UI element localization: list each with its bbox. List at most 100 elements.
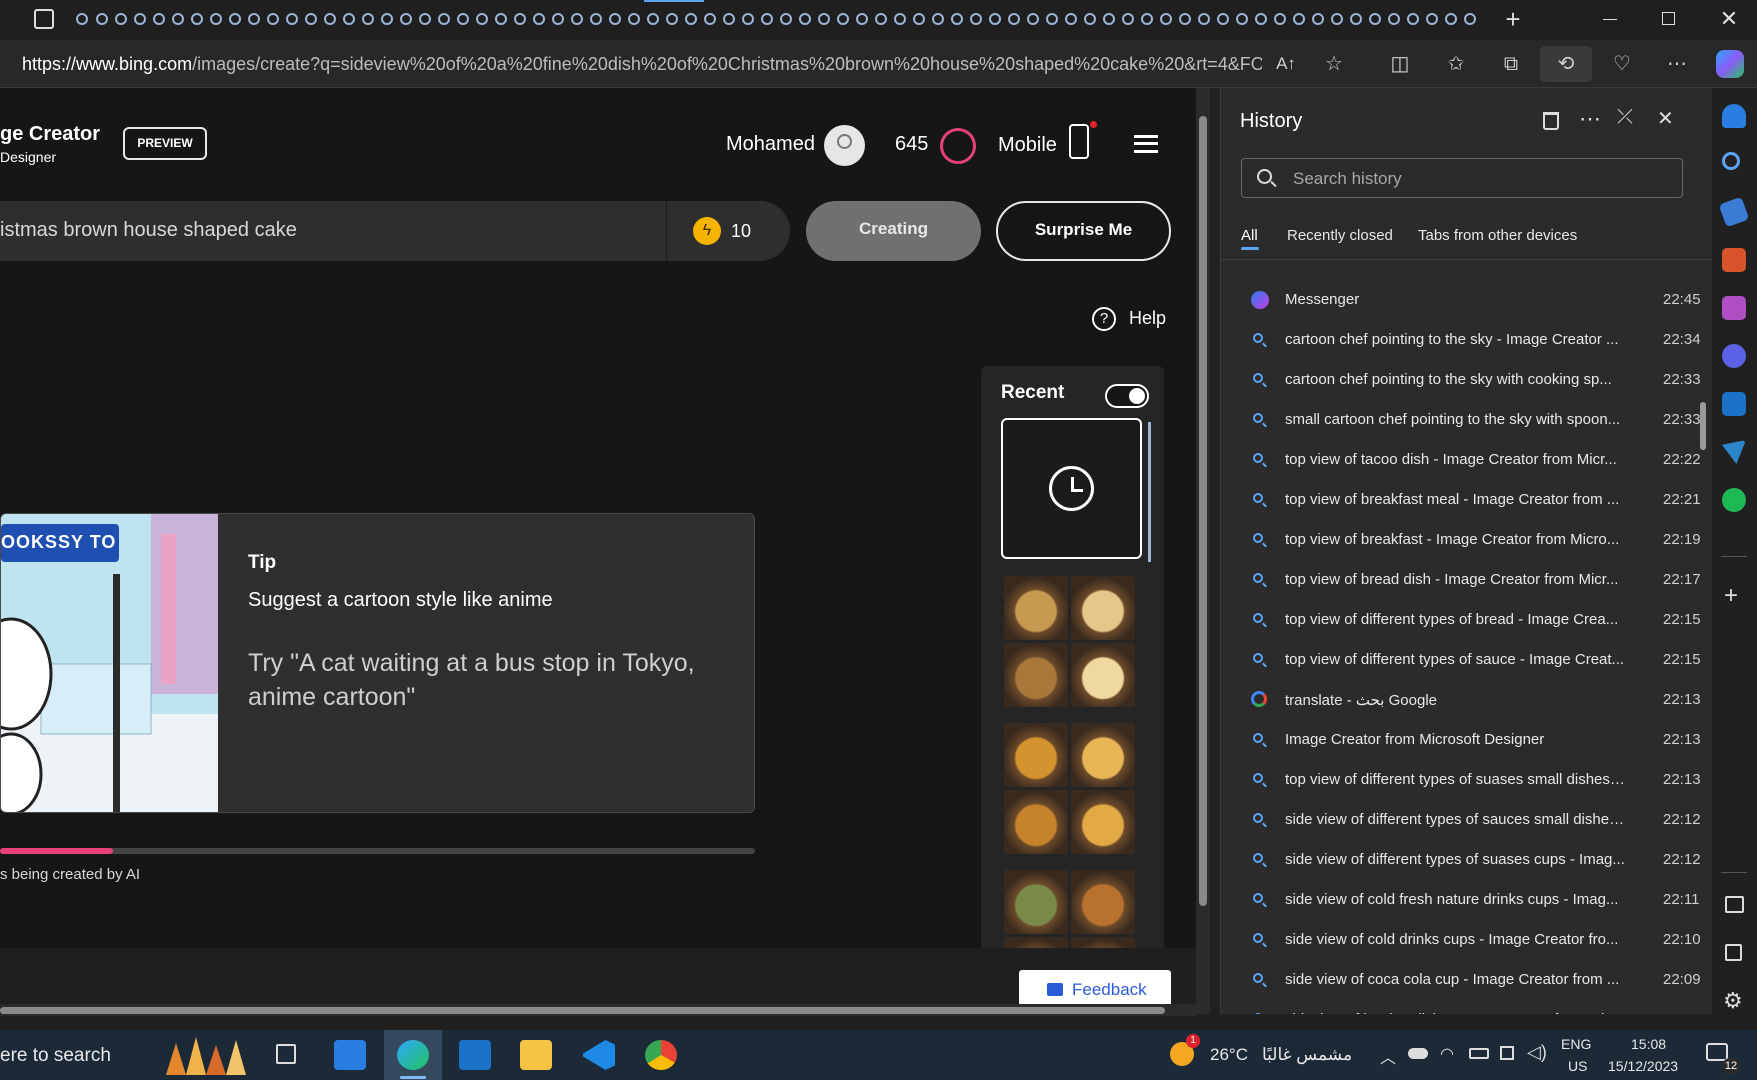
- history-row[interactable]: side view of cold fresh nature drinks cu…: [1221, 880, 1713, 920]
- tab-favicon-search-icon[interactable]: [476, 13, 488, 25]
- tab-favicon-search-icon[interactable]: [1198, 13, 1210, 25]
- recent-image-thumbnail[interactable]: [1071, 790, 1135, 854]
- history-icon[interactable]: ⟲: [1554, 52, 1578, 76]
- tab-favicon-search-icon[interactable]: [1084, 13, 1096, 25]
- tab-favicon-search-icon[interactable]: [894, 13, 906, 25]
- tab-favicon-search-icon[interactable]: [1369, 13, 1381, 25]
- history-row[interactable]: small cartoon chef pointing to the sky w…: [1221, 400, 1713, 440]
- volume-icon[interactable]: ◁): [1527, 1042, 1547, 1063]
- tab-favicon-search-icon[interactable]: [1179, 13, 1191, 25]
- language-bottom[interactable]: US: [1568, 1058, 1587, 1074]
- split-screen-icon[interactable]: ◫: [1388, 52, 1412, 76]
- history-row[interactable]: side view of cold drinks cups - Image Cr…: [1221, 920, 1713, 960]
- tab-favicon-search-icon[interactable]: [1008, 13, 1020, 25]
- hamburger-menu-icon[interactable]: [1134, 135, 1158, 153]
- clock-time[interactable]: 15:08: [1631, 1036, 1666, 1052]
- task-view-icon[interactable]: [276, 1044, 296, 1064]
- help-link[interactable]: Help: [1129, 308, 1166, 329]
- history-row[interactable]: cartoon chef pointing to the sky - Image…: [1221, 320, 1713, 360]
- chrome-icon[interactable]: [645, 1040, 677, 1070]
- surprise-me-button[interactable]: Surprise Me: [996, 201, 1171, 261]
- recent-image-thumbnail[interactable]: [1004, 870, 1068, 934]
- unpin-icon[interactable]: ⤫: [1617, 106, 1633, 129]
- tab-favicon-search-icon[interactable]: [1160, 13, 1172, 25]
- history-row[interactable]: top view of bread dish - Image Creator f…: [1221, 560, 1713, 600]
- history-row[interactable]: top view of different types of bread - I…: [1221, 600, 1713, 640]
- tab-favicon-search-icon[interactable]: [76, 13, 88, 25]
- prompt-box[interactable]: istmas brown house shaped cake ϟ 10: [0, 201, 790, 261]
- tab-favicon-search-icon[interactable]: [1236, 13, 1248, 25]
- history-row[interactable]: side view of different types of suases c…: [1221, 840, 1713, 880]
- tab-favicon-search-icon[interactable]: [191, 13, 203, 25]
- tab-favicon-search-icon[interactable]: [210, 13, 222, 25]
- page-hscroll-track[interactable]: [0, 1004, 1196, 1016]
- outlook-icon[interactable]: [1722, 392, 1746, 416]
- tab-favicon-search-icon[interactable]: [438, 13, 450, 25]
- notifications-bell-icon[interactable]: [1722, 104, 1746, 128]
- tab-favicon-search-icon[interactable]: [514, 13, 526, 25]
- battery-icon[interactable]: [1469, 1048, 1489, 1059]
- user-name[interactable]: Mohamed: [726, 133, 815, 156]
- tab-favicon-search-icon[interactable]: [970, 13, 982, 25]
- creating-button[interactable]: Creating: [806, 201, 981, 261]
- tab-actions-icon[interactable]: [34, 9, 54, 29]
- add-sidebar-app-icon[interactable]: +: [1724, 582, 1738, 610]
- tab-favicon-search-icon[interactable]: [305, 13, 317, 25]
- tab-favicon-search-icon[interactable]: [913, 13, 925, 25]
- tab-favicon-search-icon[interactable]: [134, 13, 146, 25]
- clock-date[interactable]: 15/12/2023: [1608, 1058, 1678, 1074]
- spotify-icon[interactable]: [1722, 488, 1746, 512]
- tray-chevron-icon[interactable]: ︿: [1380, 1044, 1396, 1068]
- favorite-star-icon[interactable]: ☆: [1322, 52, 1346, 76]
- tab-favicon-search-icon[interactable]: [609, 13, 621, 25]
- history-row[interactable]: top view of different types of sauce - I…: [1221, 640, 1713, 680]
- tab-favicon-search-icon[interactable]: [1255, 13, 1267, 25]
- tab-favicon-search-icon[interactable]: [153, 13, 165, 25]
- settings-gear-icon[interactable]: ⚙: [1723, 988, 1743, 1014]
- tab-favicon-search-icon[interactable]: [628, 13, 640, 25]
- mobile-phone-icon[interactable]: [1069, 124, 1089, 159]
- open-external-icon[interactable]: [1725, 944, 1742, 961]
- tab-favicon-search-icon[interactable]: [685, 13, 697, 25]
- tab-favicon-search-icon[interactable]: [932, 13, 944, 25]
- tab-favicon-search-icon[interactable]: [780, 13, 792, 25]
- tab-favicon-search-icon[interactable]: [1331, 13, 1343, 25]
- tab-favicon-search-icon[interactable]: [324, 13, 336, 25]
- taskbar-search[interactable]: ere to search: [0, 1045, 111, 1067]
- tab-favicon-search-icon[interactable]: [1388, 13, 1400, 25]
- tab-favicon-search-icon[interactable]: [989, 13, 1001, 25]
- read-aloud-icon[interactable]: A↑: [1274, 52, 1298, 76]
- history-row[interactable]: Messenger 22:45: [1221, 280, 1713, 320]
- tab-favicon-search-icon[interactable]: [951, 13, 963, 25]
- tab-favicon-search-icon[interactable]: [1350, 13, 1362, 25]
- history-search-input[interactable]: Search history: [1293, 169, 1402, 189]
- tab-favicon-search-icon[interactable]: [172, 13, 184, 25]
- tab-favicon-search-icon[interactable]: [723, 13, 735, 25]
- history-row[interactable]: translate - بحث Google 22:13: [1221, 680, 1713, 720]
- browser-essentials-icon[interactable]: ♡: [1610, 52, 1634, 76]
- tab-favicon-search-icon[interactable]: [1445, 13, 1457, 25]
- recent-scrollbar[interactable]: [1148, 422, 1151, 562]
- tab-favicon-search-icon[interactable]: [742, 13, 754, 25]
- tab-favicon-search-icon[interactable]: [1103, 13, 1115, 25]
- tab-favicon-search-icon[interactable]: [495, 13, 507, 25]
- tab-favicon-search-icon[interactable]: [799, 13, 811, 25]
- tab-favicon-search-icon[interactable]: [1312, 13, 1324, 25]
- language-top[interactable]: ENG: [1561, 1036, 1591, 1052]
- tab-favicon-search-icon[interactable]: [590, 13, 602, 25]
- microsoft365-icon[interactable]: [1722, 344, 1746, 368]
- help-icon[interactable]: ?: [1092, 307, 1116, 331]
- recent-image-thumbnail[interactable]: [1004, 723, 1068, 787]
- recent-image-thumbnail[interactable]: [1071, 870, 1135, 934]
- history-search-box[interactable]: Search history: [1241, 158, 1683, 198]
- tab-favicon-search-icon[interactable]: [875, 13, 887, 25]
- points-count[interactable]: 645: [895, 133, 928, 156]
- tab-favicon-search-icon[interactable]: [115, 13, 127, 25]
- games-icon[interactable]: [1722, 296, 1746, 320]
- prompt-input[interactable]: istmas brown house shaped cake: [0, 219, 297, 242]
- tab-favicon-search-icon[interactable]: [1046, 13, 1058, 25]
- recent-toggle[interactable]: [1105, 384, 1149, 408]
- tab-favicon-search-icon[interactable]: [571, 13, 583, 25]
- edge-browser-icon[interactable]: [397, 1040, 429, 1070]
- weather-temp[interactable]: 26°C: [1210, 1045, 1248, 1065]
